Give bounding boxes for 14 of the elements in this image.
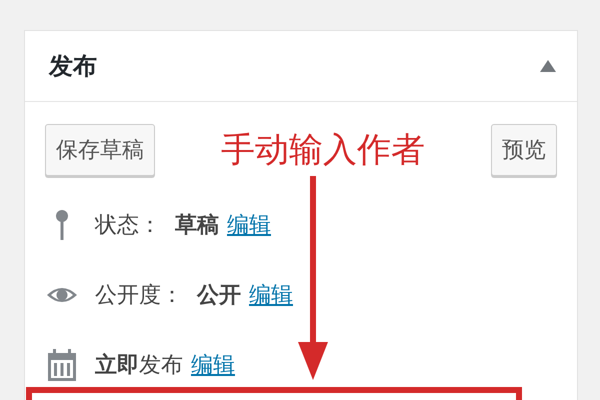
preview-button[interactable]: 预览 [491, 124, 557, 176]
collapse-icon[interactable] [539, 59, 557, 73]
panel-title: 发布 [49, 51, 97, 82]
row-value: 公开 [197, 282, 241, 310]
edit-link[interactable]: 编辑 [191, 350, 235, 380]
save-draft-button[interactable]: 保存草稿 [45, 124, 155, 176]
annotation-text: 手动输入作者 [221, 129, 425, 172]
edit-link[interactable]: 编辑 [227, 210, 271, 240]
row-value: 立即发布 [95, 352, 183, 380]
calendar-icon [45, 348, 79, 382]
edit-link[interactable]: 编辑 [249, 280, 293, 310]
row-label: 公开度： [95, 282, 183, 310]
row-label: 状态： [95, 212, 161, 240]
row-value: 草稿 [175, 212, 219, 240]
